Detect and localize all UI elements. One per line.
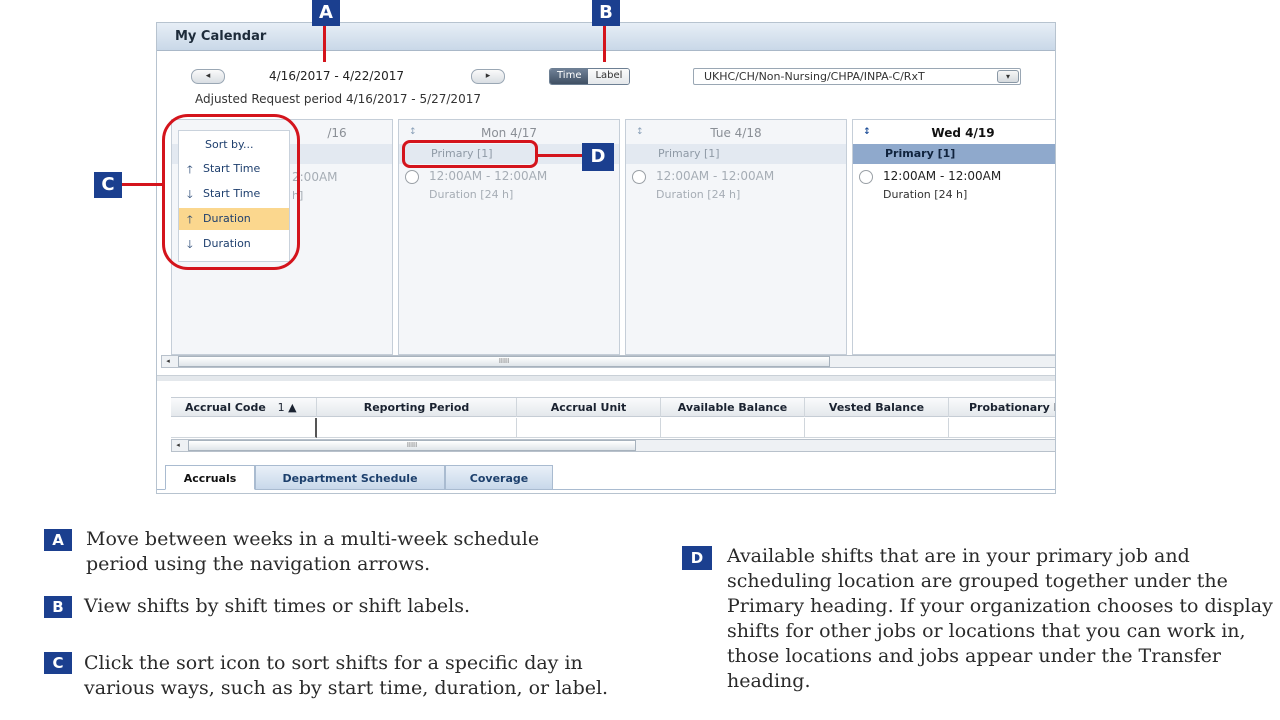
view-toggle: Time Label [549, 68, 631, 85]
day-header-label: Tue 4/18 [710, 126, 762, 140]
scroll-left-icon[interactable]: ◂ [162, 356, 174, 367]
label-view-button[interactable]: Label [588, 69, 630, 84]
callout-c-badge: C [94, 172, 122, 198]
calendar-horizontal-scrollbar[interactable]: ◂ IIIII [161, 355, 1055, 368]
shift-radio[interactable] [405, 170, 419, 184]
adjusted-range: 4/16/2017 - 5/27/2017 [345, 92, 481, 106]
accrual-table-row[interactable] [171, 418, 1055, 438]
adjusted-label: Adjusted Request period [195, 92, 343, 106]
callout-c-ring [162, 114, 300, 270]
accrual-table-header: Accrual Code 1 ▲ Reporting Period Accrua… [171, 397, 1055, 417]
tab-department-schedule[interactable]: Department Schedule [255, 465, 445, 490]
scroll-left-icon[interactable]: ◂ [172, 440, 184, 451]
caption-c-text: Click the sort icon to sort shifts for a… [84, 652, 609, 699]
location-value: UKHC/CH/Non-Nursing/CHPA/INPA-C/RxT [704, 70, 925, 83]
next-week-button[interactable]: ▸ [471, 69, 505, 84]
table-horizontal-scrollbar[interactable]: ◂ IIIII [171, 439, 1055, 452]
callout-a-line [323, 26, 326, 62]
shift-time: 12:00AM - 12:00AM [883, 169, 1002, 183]
day-column-tue: ↕ Tue 4/18 Primary [1] 12:00AM - 12:00AM… [625, 119, 847, 355]
shift-duration: Duration [24 h] [429, 188, 514, 201]
caption-d-badge: D [682, 546, 712, 570]
column-vested-balance[interactable]: Vested Balance [805, 398, 949, 417]
primary-group-header[interactable]: Primary [1] [853, 144, 1055, 164]
shift-radio[interactable] [632, 170, 646, 184]
arrow-right-icon: ▸ [485, 71, 491, 81]
sort-icon[interactable]: ↕ [409, 127, 416, 137]
caption-a-badge: A [44, 529, 72, 551]
date-range: 4/16/2017 - 4/22/2017 [269, 69, 405, 83]
callout-a-badge: A [312, 0, 340, 26]
callout-d-line [538, 154, 582, 157]
previous-week-button[interactable]: ◂ [191, 69, 225, 84]
column-accrual-unit[interactable]: Accrual Unit [517, 398, 661, 417]
tab-accruals[interactable]: Accruals [165, 465, 255, 490]
caption-b-badge: B [44, 596, 72, 618]
callout-b-line [603, 26, 606, 62]
shift-time: 12:00AM - 12:00AM [429, 169, 548, 183]
window-title: My Calendar [157, 23, 1055, 51]
day-header: ↕ Tue 4/18 [626, 120, 846, 144]
adjusted-request-period: Adjusted Request period 4/16/2017 - 5/27… [195, 92, 481, 106]
arrow-left-icon: ◂ [205, 71, 211, 81]
tab-coverage[interactable]: Coverage [445, 465, 553, 490]
day-header: ↕ Wed 4/19 [853, 120, 1055, 144]
day-header-label: Mon 4/17 [480, 126, 538, 140]
callout-b-badge: B [592, 0, 620, 26]
sort-icon[interactable]: ↕ [863, 127, 870, 137]
column-accrual-code[interactable]: Accrual Code 1 ▲ [171, 398, 317, 417]
callout-c-line [122, 183, 164, 186]
callout-d-box [402, 140, 538, 168]
column-probationary-balance[interactable]: Probationary B [949, 398, 1055, 417]
location-dropdown[interactable]: UKHC/CH/Non-Nursing/CHPA/INPA-C/RxT ▾ [693, 68, 1021, 85]
scroll-thumb[interactable]: IIIII [178, 356, 830, 367]
caption-d-text: Available shifts that are in your primar… [727, 545, 1273, 692]
caption-a-text: Move between weeks in a multi-week sched… [86, 528, 540, 575]
primary-group-header[interactable]: Primary [1] [626, 144, 846, 164]
column-reporting-period[interactable]: Reporting Period [317, 398, 517, 417]
caption-c-badge: C [44, 652, 72, 674]
day-column-wed: ↕ Wed 4/19 Primary [1] 12:00AM - 12:00AM… [852, 119, 1055, 355]
day-header-label: Wed 4/19 [931, 126, 995, 140]
sort-icon[interactable]: ↕ [636, 127, 643, 137]
shift-duration: Duration [24 h] [883, 188, 968, 201]
callout-d-badge: D [582, 143, 614, 171]
shift-time: 12:00AM - 12:00AM [656, 169, 775, 183]
sort-indicator: 1 ▲ [277, 401, 297, 414]
shift-duration: Duration [24 h] [656, 188, 741, 201]
column-available-balance[interactable]: Available Balance [661, 398, 805, 417]
panel-splitter[interactable] [157, 375, 1055, 381]
caption-b-text: View shifts by shift times or shift labe… [84, 595, 471, 617]
chevron-down-icon[interactable]: ▾ [997, 70, 1019, 83]
scroll-thumb[interactable]: IIIII [188, 440, 636, 451]
time-view-button[interactable]: Time [550, 69, 589, 84]
shift-radio[interactable] [859, 170, 873, 184]
